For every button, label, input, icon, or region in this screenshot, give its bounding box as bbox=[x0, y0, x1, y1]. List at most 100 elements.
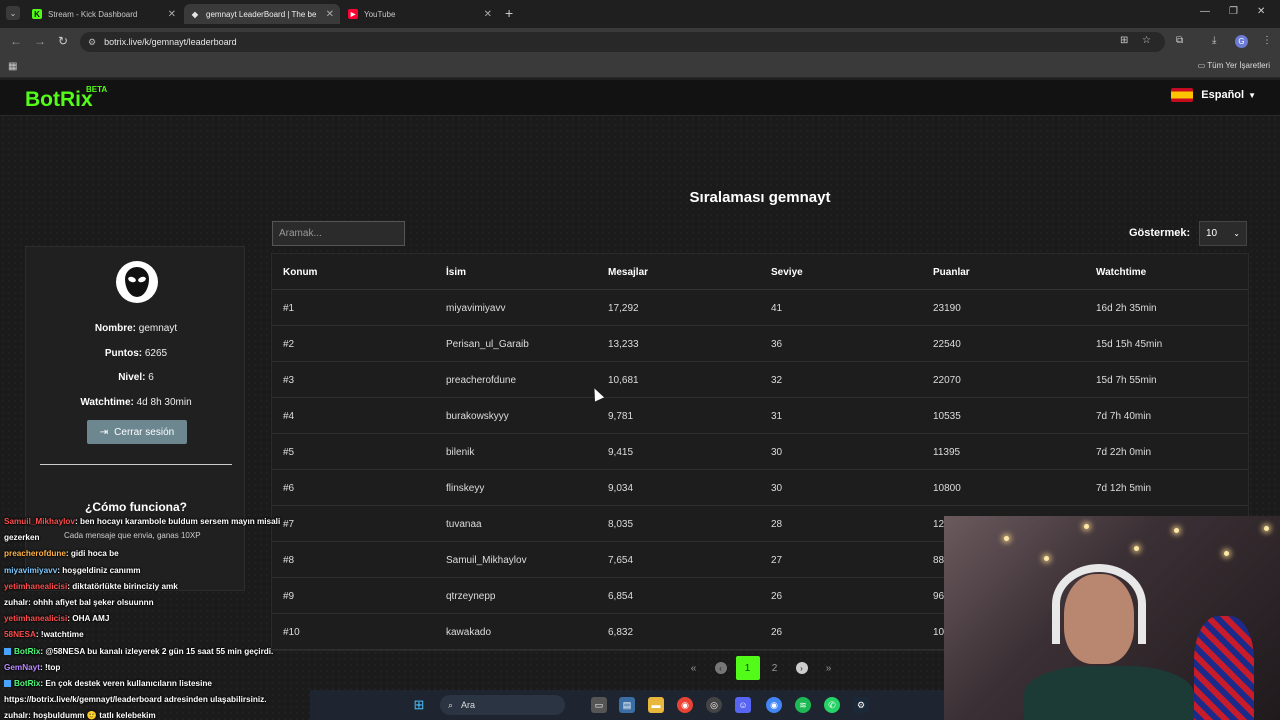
cell-watchtime: 16d 2h 35min bbox=[1096, 303, 1157, 314]
chat-message: miyavimiyavv: hoşgeldiniz canımm bbox=[4, 566, 141, 575]
chat-username[interactable]: miyavimiyavv bbox=[4, 566, 57, 575]
chrome-active-icon[interactable]: ◉ bbox=[766, 697, 782, 713]
chat-username[interactable]: GemNayt bbox=[4, 663, 40, 672]
bookmark-star-icon[interactable]: ☆ bbox=[1142, 35, 1151, 46]
chat-username[interactable]: BotRix bbox=[14, 647, 40, 656]
cell-messages: 6,854 bbox=[608, 591, 634, 602]
cell-name: qtrzeynepp bbox=[446, 591, 496, 602]
cell-messages: 8,035 bbox=[608, 519, 634, 530]
store-icon[interactable]: ▤ bbox=[619, 697, 635, 713]
chat-text: : @58NESA bu kanalı izleyerek 2 gün 15 s… bbox=[40, 646, 274, 656]
game-icon[interactable]: ◎ bbox=[706, 697, 722, 713]
chat-text: : OHA AMJ bbox=[67, 614, 110, 624]
all-bookmarks[interactable]: ▭ Tüm Yer İşaretleri bbox=[1198, 61, 1270, 70]
chat-message: yetimhanealicisi: diktatörlükte birinciz… bbox=[4, 582, 178, 591]
forward-icon[interactable]: → bbox=[34, 34, 46, 48]
botrix-icon: ◆ bbox=[191, 9, 199, 19]
chrome-icon[interactable]: ◉ bbox=[677, 697, 693, 713]
cell-rank: #3 bbox=[283, 375, 295, 386]
fairy-light bbox=[1004, 536, 1009, 541]
language-selector[interactable]: Español ▼ bbox=[1171, 88, 1256, 102]
chat-username[interactable]: yetimhanealicisi bbox=[4, 614, 67, 623]
cell-name: kawakado bbox=[446, 627, 492, 638]
close-tab-icon[interactable]: ✕ bbox=[168, 9, 176, 20]
steam-icon[interactable]: ⚙ bbox=[853, 697, 869, 713]
cell-level: 28 bbox=[771, 519, 783, 530]
tab-title: gemnayt LeaderBoard | The be bbox=[206, 9, 317, 19]
site-info-icon[interactable]: ⚙ bbox=[88, 37, 96, 48]
cell-points: 23190 bbox=[933, 303, 961, 314]
chat-message: GemNayt: !top bbox=[4, 663, 60, 672]
chat-text: : !watchtime bbox=[35, 630, 84, 640]
header-level[interactable]: Seviye bbox=[771, 267, 803, 278]
show-count-select[interactable]: 10 ⌄ bbox=[1199, 221, 1247, 246]
page-2-button[interactable]: 2 bbox=[763, 656, 787, 680]
next-page-button[interactable]: › bbox=[790, 656, 814, 680]
extensions-icon[interactable]: ⧉ bbox=[1176, 35, 1183, 46]
file-explorer-icon[interactable]: ▬ bbox=[648, 697, 664, 713]
restore-icon[interactable]: ❐ bbox=[1229, 6, 1238, 17]
whatsapp-icon[interactable]: ✆ bbox=[824, 697, 840, 713]
discord-icon[interactable]: ☺ bbox=[735, 697, 751, 713]
translate-icon[interactable]: ⊞ bbox=[1120, 35, 1128, 46]
back-icon[interactable]: ← bbox=[10, 34, 22, 48]
close-tab-icon[interactable]: ✕ bbox=[484, 9, 492, 20]
chat-username[interactable]: yetimhanealicisi bbox=[4, 582, 67, 591]
minimize-icon[interactable]: — bbox=[1200, 6, 1210, 17]
show-count-value: 10 bbox=[1206, 228, 1218, 239]
taskbar-search[interactable]: ⌕ Ara bbox=[440, 695, 565, 715]
search-input[interactable] bbox=[272, 221, 405, 246]
reload-icon[interactable]: ↻ bbox=[58, 34, 68, 48]
task-view-icon[interactable]: ▭ bbox=[591, 697, 607, 713]
first-page-button[interactable]: « bbox=[682, 656, 706, 680]
divider bbox=[40, 464, 232, 465]
chat-username[interactable]: 58NESA bbox=[4, 630, 36, 639]
header-name[interactable]: İsim bbox=[446, 267, 466, 278]
webcam-overlay bbox=[944, 516, 1280, 720]
address-bar[interactable]: ⚙ botrix.live/k/gemnayt/leaderboard bbox=[80, 32, 1165, 52]
botrix-logo[interactable]: BotRix bbox=[25, 88, 93, 112]
cell-name: Perisan_ul_Garaib bbox=[446, 339, 529, 350]
chat-username[interactable]: zuhalr bbox=[4, 711, 28, 720]
tab-kick-dashboard[interactable]: K Stream - Kick Dashboard ✕ bbox=[26, 4, 182, 24]
close-tab-icon[interactable]: ✕ bbox=[326, 9, 334, 20]
header-rank[interactable]: Konum bbox=[283, 267, 317, 278]
tab-search-button[interactable]: ⌄ bbox=[6, 6, 20, 20]
menu-icon[interactable]: ⋮ bbox=[1262, 35, 1272, 46]
profile-name: Nombre: gemnayt bbox=[94, 323, 178, 334]
logout-button[interactable]: ⇥ Cerrar sesión bbox=[87, 420, 187, 444]
download-icon[interactable]: ⤓ bbox=[1212, 35, 1216, 46]
tab-leaderboard[interactable]: ◆ gemnayt LeaderBoard | The be ✕ bbox=[184, 4, 340, 24]
cell-watchtime: 15d 7h 55min bbox=[1096, 375, 1157, 386]
cell-points: 10 bbox=[933, 627, 945, 638]
page-title: Sıralaması gemnayt bbox=[689, 189, 831, 206]
chat-username[interactable]: BotRix bbox=[14, 679, 40, 688]
chat-username[interactable]: zuhalr bbox=[4, 598, 28, 607]
chat-username[interactable]: Samuil_Mikhaylov bbox=[4, 517, 75, 526]
table-row: #1 miyavimiyavv 17,292 41 23190 16d 2h 35min bbox=[272, 290, 1248, 326]
prev-page-button[interactable]: ‹ bbox=[709, 656, 733, 680]
spotify-icon[interactable]: ≋ bbox=[795, 697, 811, 713]
chat-username[interactable]: preacherofdune bbox=[4, 549, 66, 558]
all-bookmarks-label: Tüm Yer İşaretleri bbox=[1207, 61, 1270, 70]
new-tab-button[interactable]: + bbox=[505, 5, 513, 21]
tab-youtube[interactable]: ▶ YouTube ✕ bbox=[342, 4, 498, 24]
close-window-icon[interactable]: ✕ bbox=[1257, 6, 1265, 17]
chat-message: zuhalr: hoşbuldumm 🙂 tatlı kelebekim bbox=[4, 711, 156, 720]
spiderman-figure bbox=[1194, 616, 1254, 720]
apps-grid-icon[interactable]: ▦ bbox=[8, 61, 17, 72]
bot-badge-icon bbox=[4, 647, 11, 655]
header-messages[interactable]: Mesajlar bbox=[608, 267, 648, 278]
header-points[interactable]: Puanlar bbox=[933, 267, 970, 278]
windows-start-icon[interactable]: ⊞ bbox=[411, 697, 427, 713]
header-watchtime[interactable]: Watchtime bbox=[1096, 267, 1146, 278]
logout-label: Cerrar sesión bbox=[114, 426, 175, 438]
fairy-light bbox=[1264, 526, 1269, 531]
chevron-down-icon: ▼ bbox=[1248, 90, 1256, 100]
page-1-button[interactable]: 1 bbox=[735, 656, 760, 680]
chat-message: zuhalr: ohhh afiyet bal şeker olsuunnn bbox=[4, 598, 154, 607]
table-row: #3 preacherofdune 10,681 32 22070 15d 7h 55mi… bbox=[272, 362, 1248, 398]
cell-messages: 9,034 bbox=[608, 483, 634, 494]
profile-avatar[interactable]: G bbox=[1235, 35, 1248, 48]
last-page-button[interactable]: » bbox=[817, 656, 841, 680]
